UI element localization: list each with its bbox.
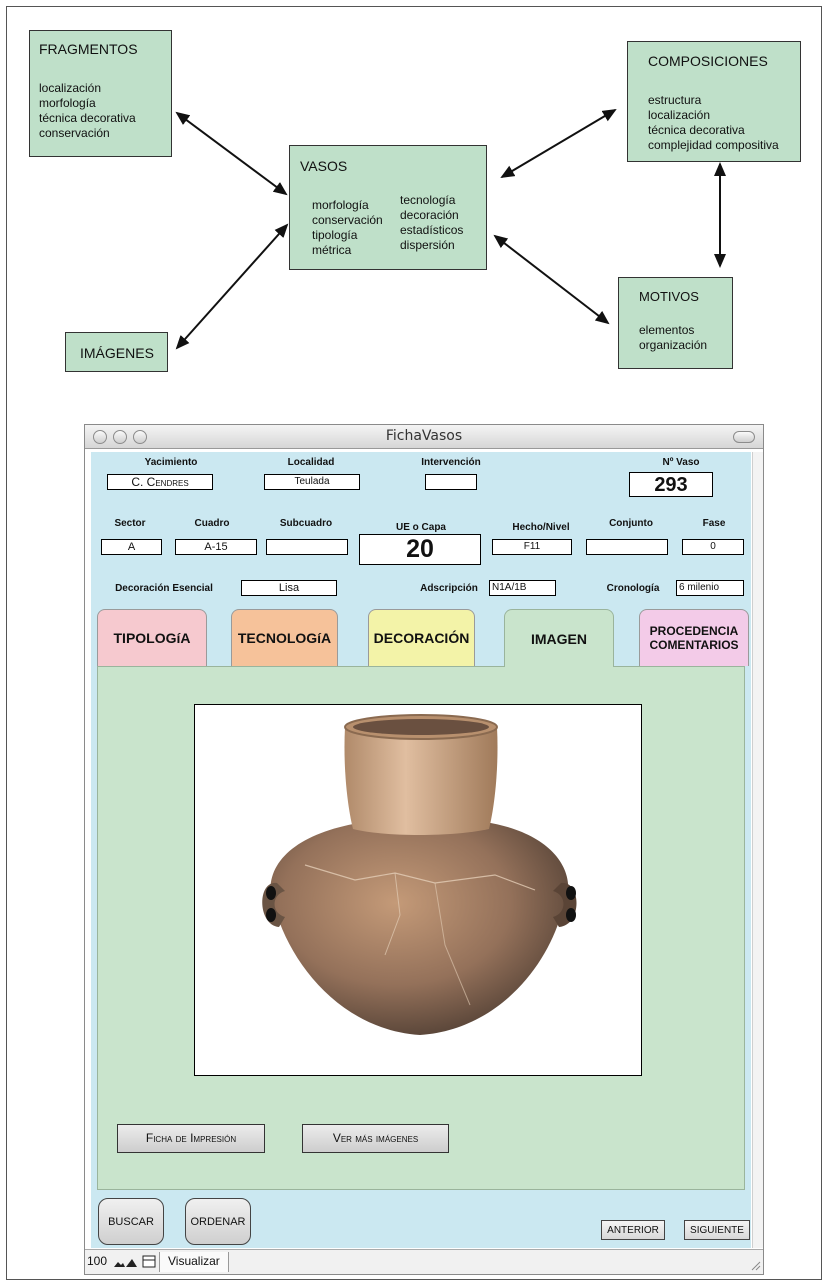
subcuadro-label: Subcuadro: [279, 518, 333, 529]
vasos-left-items: morfología conservación tipología métric…: [312, 198, 383, 258]
tab-decoracion[interactable]: DECORACIÓN: [368, 609, 475, 666]
box-fragmentos: FRAGMENTOS localización morfología técni…: [29, 30, 172, 157]
list-item: organización: [639, 338, 708, 352]
tab-label: IMAGEN: [531, 630, 587, 647]
toolbar-toggle-icon[interactable]: [733, 431, 755, 443]
decoracion-esencial-label: Decoración Esencial: [115, 583, 213, 594]
ficha-impresion-button[interactable]: Ficha de Impresión: [117, 1124, 265, 1153]
hecho-nivel-field[interactable]: F11: [492, 539, 572, 555]
list-item: técnica decorativa: [39, 111, 136, 125]
n-vaso-field[interactable]: 293: [629, 472, 713, 497]
fragmentos-title: FRAGMENTOS: [39, 41, 138, 57]
yacimiento-field[interactable]: C. Cendres: [107, 474, 213, 490]
anterior-button[interactable]: ANTERIOR: [601, 1220, 665, 1240]
motivos-items: elementos organización: [639, 323, 707, 353]
box-imagenes: IMÁGENES: [65, 332, 168, 372]
mode-indicator[interactable]: Visualizar: [159, 1252, 229, 1272]
subcuadro-field[interactable]: [266, 539, 348, 555]
yacimiento-label: Yacimiento: [144, 457, 198, 468]
zoom-level[interactable]: 100: [87, 1254, 107, 1268]
imagen-panel: Ficha de Impresión Ver más imágenes: [97, 666, 745, 1190]
list-item: tipología: [312, 228, 358, 242]
fragmentos-items: localización morfología técnica decorati…: [39, 81, 136, 141]
box-composiciones: COMPOSICIONES estructura localización té…: [627, 41, 801, 162]
zoom-mountains-icon[interactable]: [113, 1256, 139, 1268]
list-item: localización: [648, 108, 711, 122]
arrow-fragmentos-vasos: [175, 111, 288, 196]
buscar-button[interactable]: BUSCAR: [98, 1198, 164, 1245]
status-area-icon[interactable]: [142, 1255, 156, 1268]
tab-tecnologia[interactable]: TECNOLOGíA: [231, 609, 338, 666]
sector-field[interactable]: A: [101, 539, 162, 555]
list-item: morfología: [39, 96, 96, 110]
cronologia-label: Cronología: [606, 583, 660, 594]
tab-imagen[interactable]: IMAGEN: [504, 609, 614, 667]
fase-label: Fase: [702, 518, 726, 529]
siguiente-button[interactable]: SIGUIENTE: [684, 1220, 750, 1240]
localidad-field[interactable]: Teulada: [264, 474, 360, 490]
list-item: técnica decorativa: [648, 123, 745, 137]
fichavasos-window: FichaVasos Yacimiento C. Cendres Localid…: [84, 424, 764, 1275]
vessel-image-frame: [194, 704, 642, 1076]
tab-label: PROCEDENCIA COMENTARIOS: [649, 624, 739, 652]
conjunto-label: Conjunto: [609, 518, 653, 529]
list-item: métrica: [312, 243, 352, 257]
arrow-vasos-motivos: [493, 234, 610, 325]
ordenar-button[interactable]: ORDENAR: [185, 1198, 251, 1245]
vertical-scrollbar[interactable]: [752, 452, 763, 1248]
decoracion-esencial-field[interactable]: Lisa: [241, 580, 337, 596]
box-motivos: MOTIVOS elementos organización: [618, 277, 733, 369]
localidad-label: Localidad: [287, 457, 335, 468]
arrow-vasos-composiciones: [500, 108, 617, 179]
ue-capa-label: UE o Capa: [395, 522, 446, 533]
intervencion-field[interactable]: [425, 474, 477, 490]
list-item: tecnología: [400, 193, 456, 207]
ver-mas-imagenes-button[interactable]: Ver más imágenes: [302, 1124, 449, 1153]
ceramic-vessel-image: [262, 714, 577, 1035]
list-item: conservación: [312, 213, 383, 227]
list-item: complejidad compositiva: [648, 138, 779, 152]
cuadro-field[interactable]: A-15: [175, 539, 257, 555]
composiciones-items: estructura localización técnica decorati…: [648, 93, 779, 153]
list-item: localización: [39, 81, 102, 95]
cronologia-field[interactable]: 6 milenio: [676, 580, 744, 596]
form-content: Yacimiento C. Cendres Localidad Teulada …: [91, 452, 751, 1248]
adscripcion-label: Adscripción: [420, 583, 478, 594]
box-vasos: VASOS morfología conservación tipología …: [289, 145, 487, 270]
list-item: elementos: [639, 323, 695, 337]
ue-capa-field[interactable]: 20: [359, 534, 481, 565]
vasos-right-items: tecnología decoración estadísticos dispe…: [400, 193, 463, 253]
arrow-vasos-imagenes: [175, 223, 289, 350]
composiciones-title: COMPOSICIONES: [648, 53, 768, 69]
tab-tipologia[interactable]: TIPOLOGíA: [97, 609, 207, 666]
list-item: conservación: [39, 126, 110, 140]
list-item: estructura: [648, 93, 702, 107]
list-item: estadísticos: [400, 223, 464, 237]
intervencion-label: Intervención: [421, 457, 481, 468]
hecho-nivel-label: Hecho/Nivel: [512, 522, 570, 533]
motivos-title: MOTIVOS: [639, 289, 699, 304]
status-bar: 100 Visualizar: [85, 1249, 763, 1274]
window-title: FichaVasos: [385, 428, 463, 444]
window-titlebar[interactable]: FichaVasos: [85, 425, 763, 449]
sector-label: Sector: [114, 518, 146, 529]
vasos-title: VASOS: [300, 158, 348, 174]
tab-label: TIPOLOGíA: [113, 630, 191, 646]
list-item: decoración: [400, 208, 459, 222]
n-vaso-label: Nº Vaso: [662, 457, 700, 468]
imagenes-title: IMÁGENES: [80, 345, 154, 361]
tab-label: TECNOLOGíA: [237, 630, 332, 646]
conjunto-field[interactable]: [586, 539, 668, 555]
fase-field[interactable]: 0: [682, 539, 744, 555]
tab-label: DECORACIÓN: [373, 630, 470, 646]
resize-grip-icon[interactable]: [749, 1259, 761, 1271]
list-item: morfología: [312, 198, 369, 212]
adscripcion-field[interactable]: N1A/1B: [489, 580, 556, 596]
tab-procedencia-comentarios[interactable]: PROCEDENCIA COMENTARIOS: [639, 609, 749, 666]
cuadro-label: Cuadro: [194, 518, 230, 529]
list-item: dispersión: [400, 238, 455, 252]
